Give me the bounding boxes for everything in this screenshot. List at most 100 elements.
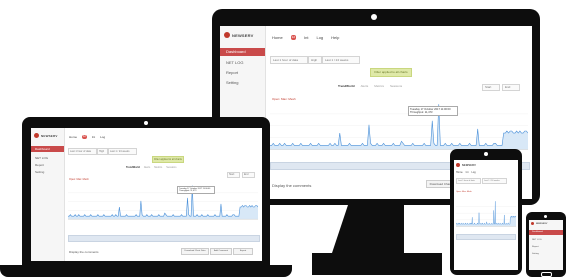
phone: NEWSERV Dashboard NET LOG Report Setting <box>526 212 566 277</box>
tablet-chart <box>456 201 516 227</box>
laptop-nav-dashboard-label: Dashboard <box>35 147 50 151</box>
chart-tooltip: Tuesday 17 October 2017 11:00:00 Through… <box>408 106 458 116</box>
menu-int[interactable]: Int <box>304 35 308 40</box>
tablet-filter-range-label: Last 1 hour of data <box>458 180 475 182</box>
laptop-tab-metrics[interactable]: Metrics <box>154 166 162 169</box>
filter-range[interactable]: Last 1 hour of data <box>270 56 308 64</box>
nav-setting-label: Setting <box>226 80 239 85</box>
desktop-chart <box>270 104 528 150</box>
laptop-date-to-label: End <box>244 173 249 176</box>
laptop: NEWSERV Dashboard NET LOG Report Setting… <box>22 117 270 265</box>
laptop-chart <box>68 185 258 220</box>
menu-log[interactable]: Log <box>316 35 323 40</box>
tablet-brand-logo: NEWSERV <box>456 163 476 167</box>
laptop-menu-int[interactable]: Int <box>92 135 95 139</box>
laptop-filter-period[interactable]: Last 1 / 24 weeks <box>108 148 137 155</box>
tablet-legend-text: Open: Max: Mesh <box>456 191 472 193</box>
laptop-nav-setting[interactable]: Setting <box>35 170 44 174</box>
laptop-screen: NEWSERV Dashboard NET LOG Report Setting… <box>31 128 262 261</box>
laptop-comment-button[interactable]: Add Comment <box>210 248 232 255</box>
laptop-top-menu: Home 12 Int Log <box>69 135 105 139</box>
phone-nav-report-label: Report <box>532 246 539 248</box>
nav-netlog[interactable]: NET LOG <box>226 60 244 65</box>
filter-period-label: Last 1 / 24 weeks <box>325 58 349 62</box>
laptop-date-from[interactable]: Start <box>227 172 240 178</box>
tablet-filter-period[interactable]: Last 1 / 24 weeks <box>482 178 507 184</box>
nav-netlog-label: NET LOG <box>226 60 244 65</box>
nav-dashboard[interactable]: Dashboard <box>220 48 265 56</box>
series-line[interactable] <box>270 104 528 146</box>
tablet-menu-log[interactable]: Log <box>471 171 475 174</box>
date-to-label: End <box>505 85 511 89</box>
laptop-sidebar: NEWSERV Dashboard NET LOG Report Setting <box>31 128 65 261</box>
laptop-filter-range-label: Last 1 hour of data <box>70 150 91 153</box>
nav-report[interactable]: Report <box>226 70 238 75</box>
legend-text: Open: Max: Mesh <box>272 97 296 101</box>
laptop-comments-toggle[interactable]: Display the comments <box>69 250 99 254</box>
laptop-comment-label: Add Comment <box>214 250 228 252</box>
comments-label: Display the comments <box>272 183 312 188</box>
laptop-menu-home[interactable]: Home <box>69 135 77 139</box>
laptop-menu-log[interactable]: Log <box>100 135 105 139</box>
laptop-nav-netlog[interactable]: NET LOG <box>35 156 48 160</box>
date-from[interactable]: Start <box>482 84 500 91</box>
comments-toggle[interactable]: Display the comments <box>272 183 311 188</box>
laptop-menu-badge: 12 <box>82 135 87 139</box>
tablet-filter-range[interactable]: Last 1 hour of data <box>456 178 481 184</box>
laptop-download-button[interactable]: Download Chart Data <box>181 248 209 255</box>
laptop-chart-tooltip: Tuesday 17 October 2017 11:00:00 Through… <box>177 186 215 194</box>
laptop-notice-banner: Filter applied to all charts <box>152 156 184 163</box>
laptop-export-button[interactable]: Export <box>233 248 253 255</box>
laptop-date-from-label: Start <box>229 173 235 176</box>
tab-alerts[interactable]: Alerts <box>361 84 369 88</box>
tablet-menu-home[interactable]: Home <box>456 171 463 174</box>
notice-text: Filter applied to all charts <box>374 70 408 74</box>
laptop-tab-alerts[interactable]: Alerts <box>144 166 150 169</box>
laptop-filter-level[interactable]: High <box>97 148 108 155</box>
monitor-neck <box>348 205 404 253</box>
tooltip-value: Throughput: 11,473 <box>410 111 433 114</box>
monitor-base <box>312 253 442 275</box>
laptop-date-to[interactable]: End <box>242 172 255 178</box>
laptop-filter-period-label: Last 1 / 24 weeks <box>110 150 130 153</box>
laptop-brand-icon <box>34 133 39 138</box>
phone-nav-setting[interactable]: Setting <box>532 253 539 255</box>
date-to[interactable]: End <box>502 84 520 91</box>
nav-setting[interactable]: Setting <box>226 80 238 85</box>
phone-home-button[interactable] <box>541 272 552 277</box>
series-area <box>68 185 258 220</box>
filter-range-label: Last 1 hour of data <box>273 58 299 62</box>
laptop-chart-legend: Open: Max: Mesh <box>69 178 89 181</box>
chart-legend: Open: Max: Mesh <box>272 97 296 101</box>
phone-screen: NEWSERV Dashboard NET LOG Report Setting <box>529 220 563 270</box>
series-line[interactable] <box>68 185 258 217</box>
tab-trendworld[interactable]: TrendWorld <box>338 84 355 88</box>
laptop-filter-range[interactable]: Last 1 hour of data <box>68 148 97 155</box>
brand-icon <box>224 32 230 38</box>
filter-level-label: High <box>311 58 318 62</box>
laptop-range-navigator[interactable] <box>68 235 260 242</box>
menu-home[interactable]: Home <box>272 35 283 40</box>
tablet-brand-icon <box>456 163 460 167</box>
phone-nav-report[interactable]: Report <box>532 246 539 248</box>
menu-badge: 12 <box>290 35 297 40</box>
laptop-base <box>0 265 292 277</box>
tablet-range-navigator[interactable] <box>456 234 516 240</box>
tablet-brand-name: NEWSERV <box>462 163 476 167</box>
tab-metrics[interactable]: Metrics <box>374 84 384 88</box>
tablet-menu-int[interactable]: Int <box>466 171 469 174</box>
laptop-nav-dashboard[interactable]: Dashboard <box>31 146 64 152</box>
laptop-camera <box>144 121 148 125</box>
laptop-tab-trendworld[interactable]: TrendWorld <box>126 166 140 169</box>
menu-help[interactable]: Help <box>331 35 339 40</box>
phone-nav-netlog[interactable]: NET LOG <box>532 239 542 241</box>
brand-name: NEWSERV <box>232 32 254 38</box>
laptop-nav-report[interactable]: Report <box>35 163 44 167</box>
series-line[interactable] <box>456 201 516 225</box>
date-from-label: Start <box>485 85 492 89</box>
filter-level[interactable]: High <box>308 56 322 64</box>
phone-nav-dashboard[interactable]: Dashboard <box>529 230 563 235</box>
filter-period[interactable]: Last 1 / 24 weeks <box>322 56 360 64</box>
tab-sessions[interactable]: Sessions <box>390 84 402 88</box>
laptop-tab-sessions[interactable]: Sessions <box>166 166 176 169</box>
